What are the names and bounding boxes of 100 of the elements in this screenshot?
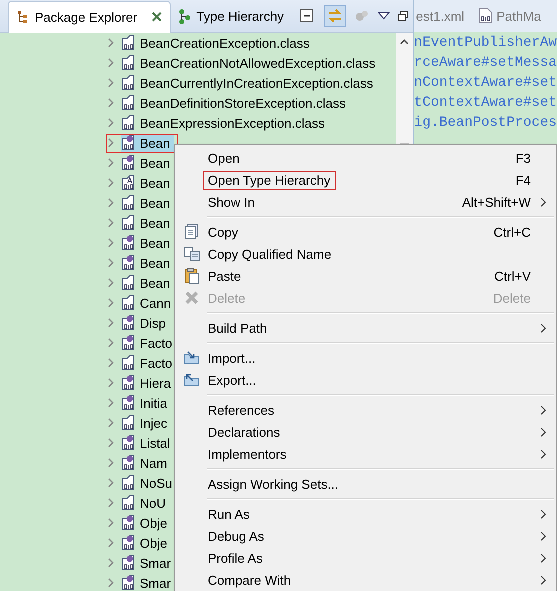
- class-file-icon: [121, 95, 137, 111]
- tree-item[interactable]: Bean: [121, 254, 174, 272]
- class-file-icon: [121, 475, 137, 491]
- class-file-icon: [121, 75, 137, 91]
- interface-file-icon: [121, 435, 137, 451]
- shortcut-label: Ctrl+V: [494, 268, 531, 284]
- code-line: nEventPublisherAw: [414, 34, 557, 53]
- tree-item[interactable]: Listal: [121, 434, 174, 452]
- import-icon: [184, 351, 200, 365]
- package-explorer-icon: [17, 10, 29, 24]
- interface-file-icon: [121, 335, 137, 351]
- tree-item[interactable]: Disp: [121, 314, 170, 332]
- view-menu-icon[interactable]: [378, 12, 390, 20]
- code-line: nContextAware#set: [414, 74, 557, 93]
- interface-file-icon: [121, 255, 137, 271]
- class-file-icon: [121, 35, 137, 51]
- tree-item[interactable]: Obje: [121, 534, 172, 552]
- highlight-frame: [106, 134, 178, 153]
- interface-file-icon: [121, 375, 137, 391]
- gears-icon[interactable]: [354, 9, 370, 23]
- tree-item[interactable]: BeanCurrentlyInCreationException.class: [121, 74, 378, 92]
- tree-item[interactable]: BeanDefinitionStoreException.class: [121, 94, 350, 112]
- hierarchy-icon: [178, 8, 191, 24]
- tree-item[interactable]: Cann: [121, 294, 176, 312]
- copy-icon: [184, 247, 200, 261]
- tree-item[interactable]: NoSu: [121, 474, 177, 492]
- menu-item[interactable]: References: [175, 399, 556, 421]
- menu-item[interactable]: Build Path: [175, 317, 556, 339]
- menu-item[interactable]: Open Type Hierarchy F4: [175, 169, 556, 191]
- tree-item[interactable]: Bean: [121, 134, 174, 152]
- maximize-icon[interactable]: [398, 10, 410, 22]
- interface-file-icon: [121, 455, 137, 471]
- class-file-icon: [121, 415, 137, 431]
- tree-item[interactable]: Hiera: [121, 374, 176, 392]
- tree-item[interactable]: BeanCreationNotAllowedException.class: [121, 54, 380, 72]
- menu-item[interactable]: Export...: [175, 369, 556, 391]
- editor-tab[interactable]: est1.xml: [416, 8, 465, 24]
- tree-item[interactable]: NoU: [121, 494, 170, 512]
- tree-item[interactable]: Bean: [121, 174, 174, 192]
- paste-icon: [184, 268, 198, 284]
- scroll-up-icon[interactable]: [400, 39, 410, 45]
- menu-item[interactable]: Open F3: [175, 147, 556, 169]
- interface-file-icon: [121, 575, 137, 591]
- menu-item[interactable]: Compare With: [175, 569, 556, 591]
- menu-item[interactable]: Import...: [175, 347, 556, 369]
- menu-item[interactable]: Declarations: [175, 421, 556, 443]
- interface-file-icon: [121, 555, 137, 571]
- interface-file-icon: [121, 315, 137, 331]
- class-file-icon: [121, 295, 137, 311]
- editor-tab[interactable]: PathMa: [478, 8, 542, 24]
- shortcut-label: Ctrl+C: [494, 224, 531, 240]
- copy-icon: [184, 224, 198, 240]
- shortcut-label: Delete: [493, 290, 531, 306]
- delete-icon: [184, 291, 198, 305]
- interface-file-icon: [121, 155, 137, 171]
- interface-file-icon: [121, 235, 137, 251]
- interface-file-icon: [121, 135, 137, 151]
- tree-item[interactable]: Injec: [121, 414, 172, 432]
- code-line: ig.BeanPostProces: [414, 114, 557, 133]
- tree-item[interactable]: BeanCreationException.class: [121, 34, 314, 52]
- tree-item[interactable]: Facto: [121, 354, 177, 372]
- menu-item[interactable]: Implementors: [175, 443, 556, 465]
- tree-item[interactable]: Bean: [121, 234, 174, 252]
- menu-item[interactable]: Paste Ctrl+V: [175, 265, 556, 287]
- view-tab[interactable]: Package Explorer: [8, 0, 171, 32]
- class-file-icon: [121, 275, 137, 291]
- class-file-icon: [121, 55, 137, 71]
- tree-item[interactable]: Obje: [121, 514, 172, 532]
- link-with-editor-icon[interactable]: [324, 5, 346, 27]
- menu-item[interactable]: Copy Qualified Name: [175, 243, 556, 265]
- class-file-icon: [121, 495, 137, 511]
- annotation-file-icon: [121, 175, 137, 191]
- shortcut-label: Alt+Shift+W: [462, 194, 531, 210]
- class-file-icon: [121, 215, 137, 231]
- menu-item[interactable]: Debug As: [175, 525, 556, 547]
- menu-item[interactable]: Assign Working Sets...: [175, 473, 556, 495]
- shortcut-label: F3: [516, 150, 531, 166]
- collapse-all-icon[interactable]: [300, 9, 314, 23]
- code-line: rceAware#setMessa: [414, 54, 557, 73]
- tree-item[interactable]: Smar: [121, 574, 176, 591]
- tree-item[interactable]: Nam: [121, 454, 172, 472]
- tree-item[interactable]: Bean: [121, 274, 174, 292]
- class-file-icon: [121, 115, 137, 131]
- tree-item[interactable]: Initia: [121, 394, 172, 412]
- view-tab[interactable]: Type Hierarchy: [170, 1, 292, 32]
- tree-item[interactable]: Smar: [121, 554, 176, 572]
- class-file-icon: [121, 195, 137, 211]
- tree-item[interactable]: Facto: [121, 334, 177, 352]
- tree-item[interactable]: BeanExpressionException.class: [121, 114, 329, 132]
- tree-item[interactable]: Bean: [121, 154, 174, 172]
- tree-item[interactable]: Bean: [121, 194, 174, 212]
- menu-item[interactable]: Profile As: [175, 547, 556, 569]
- tree-item[interactable]: Bean: [121, 214, 174, 232]
- class-file-icon: [478, 8, 493, 24]
- close-icon[interactable]: [152, 12, 162, 22]
- menu-item[interactable]: Show In Alt+Shift+W: [175, 191, 556, 213]
- interface-file-icon: [121, 395, 137, 411]
- menu-item[interactable]: Copy Ctrl+C: [175, 221, 556, 243]
- code-line: tContextAware#set: [414, 94, 557, 113]
- menu-item[interactable]: Run As: [175, 503, 556, 525]
